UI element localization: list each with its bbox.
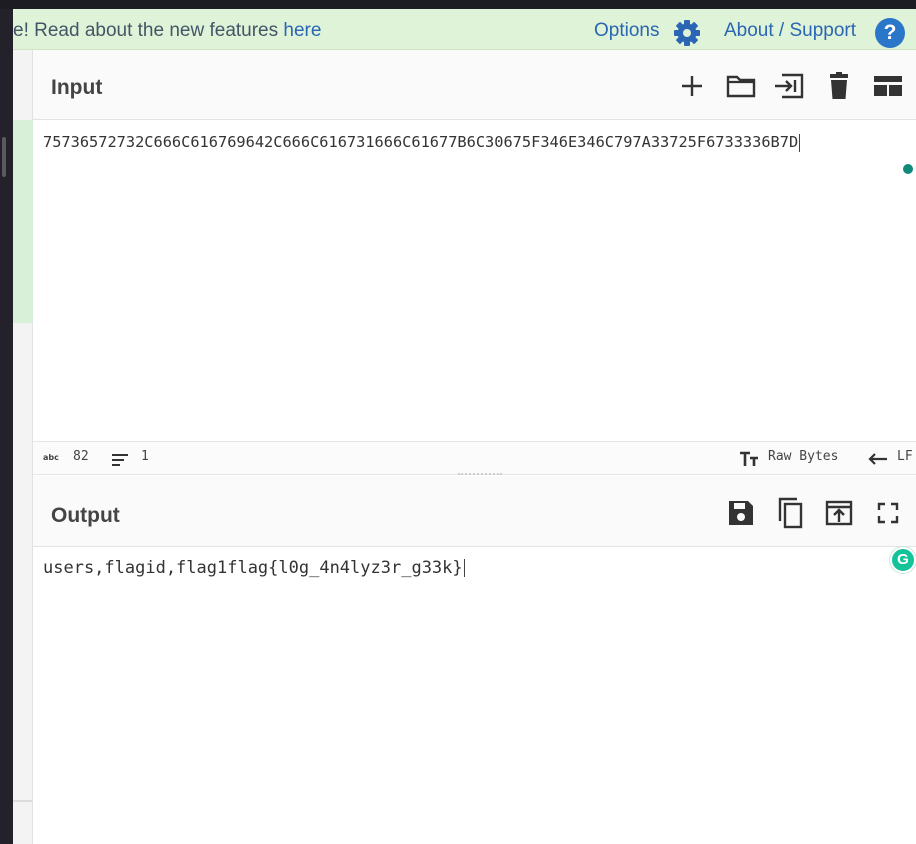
text-size-icon [739, 451, 759, 471]
encoding-button[interactable]: Raw Bytes [768, 449, 838, 464]
banner-link[interactable]: here [283, 20, 321, 41]
options-link[interactable]: Options [594, 20, 659, 42]
output-editor[interactable]: users,flagid,flag1flag{l0g_4n4lyz3r_g33k… [33, 547, 916, 844]
copy-icon[interactable] [773, 496, 807, 530]
help-icon[interactable]: ? [875, 18, 905, 48]
input-title: Input [51, 76, 103, 99]
enter-arrow-icon [867, 451, 889, 470]
plus-icon[interactable] [675, 69, 709, 103]
gear-icon[interactable] [673, 19, 701, 47]
left-window-strip [0, 9, 13, 844]
output-header: Output [33, 476, 916, 547]
import-icon[interactable] [772, 69, 806, 103]
input-length: 82 [73, 449, 89, 464]
input-status-bar: abc 82 1 Raw Bytes LF [33, 441, 916, 475]
save-icon[interactable] [724, 496, 758, 530]
grammarly-icon[interactable]: G [890, 547, 916, 573]
eol-button[interactable]: LF [897, 449, 913, 464]
maximise-icon[interactable] [871, 496, 905, 530]
output-text[interactable]: users,flagid,flag1flag{l0g_4n4lyz3r_g33k… [43, 555, 465, 581]
recipe-pane-edge [13, 50, 33, 844]
folder-icon[interactable] [724, 69, 758, 103]
layout-icon[interactable] [871, 69, 905, 103]
input-header: Input [33, 50, 916, 120]
bottom-divider [13, 801, 33, 802]
text-cursor [799, 133, 801, 152]
output-value: users,flagid,flag1flag{l0g_4n4lyz3r_g33k… [43, 558, 463, 578]
status-dot-icon [903, 164, 913, 174]
output-cursor [463, 559, 465, 577]
recipe-pane-highlight [13, 120, 33, 323]
strip-marker [2, 137, 6, 177]
lines-icon [111, 452, 129, 471]
replace-input-icon[interactable] [822, 496, 856, 530]
banner-message-text: e! Read about the new features [13, 20, 284, 41]
length-icon: abc [43, 453, 59, 462]
window-top-edge [0, 0, 916, 9]
output-title: Output [51, 504, 120, 527]
input-text[interactable]: 75736572732C666C616769642C666C616731666C… [43, 128, 916, 157]
about-support-link[interactable]: About / Support [724, 20, 856, 42]
input-lines: 1 [141, 449, 149, 464]
banner-message: e! Read about the new features here [13, 20, 321, 42]
input-value: 75736572732C666C616769642C666C616731666C… [43, 133, 799, 151]
app-window: e! Read about the new features here Opti… [0, 0, 916, 844]
trash-icon[interactable] [822, 69, 856, 103]
notice-banner: e! Read about the new features here Opti… [13, 9, 916, 50]
input-editor[interactable]: 75736572732C666C616769642C666C616731666C… [33, 120, 916, 441]
